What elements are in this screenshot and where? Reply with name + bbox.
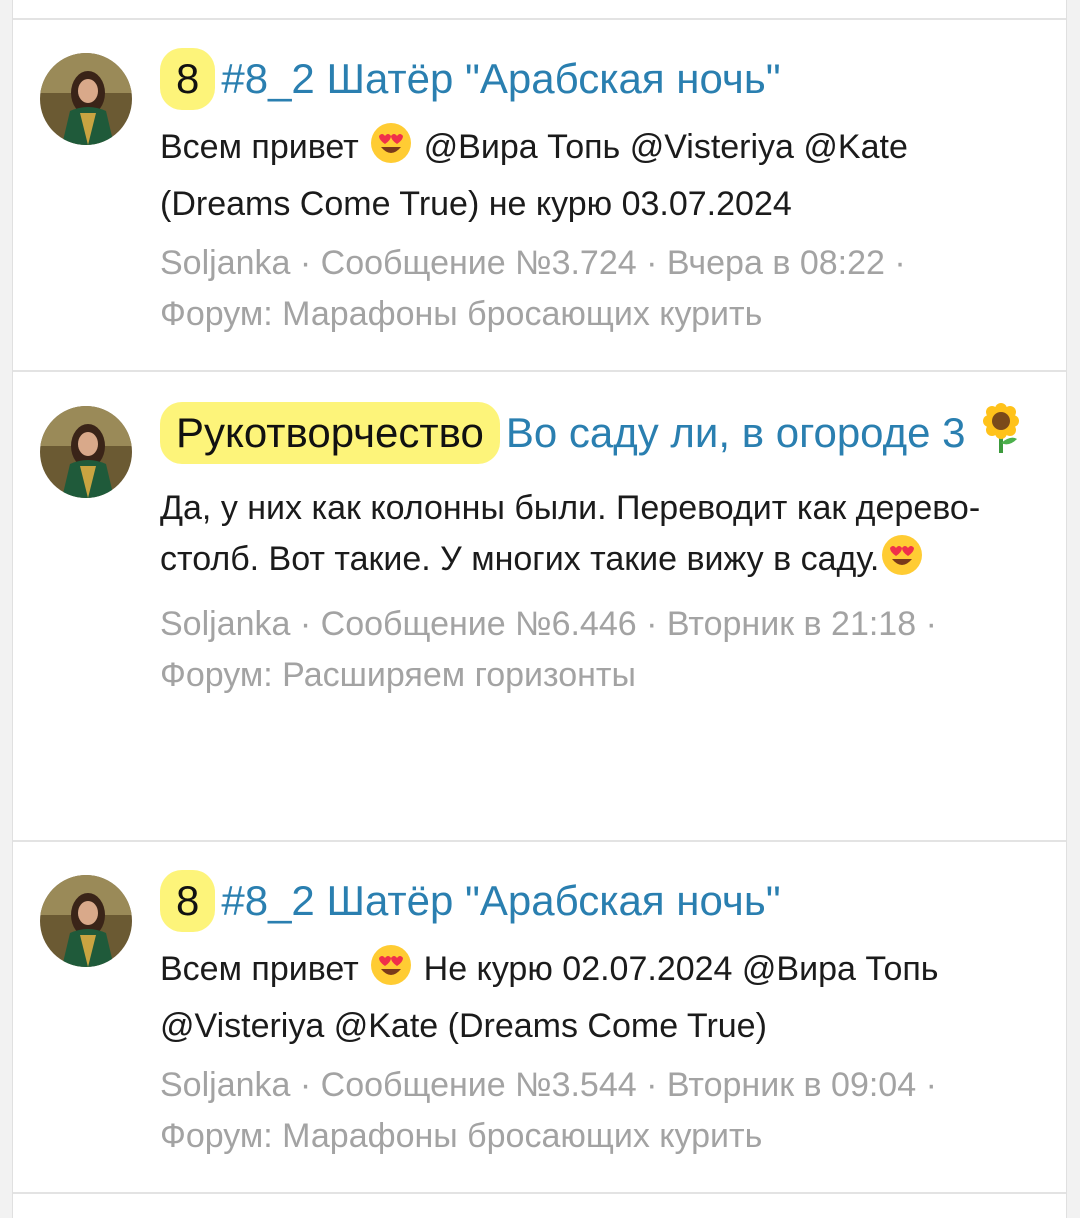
post-forum-line[interactable]: Форум: Расширяем горизонты [160, 656, 636, 694]
post-item: Рукотворчество Во саду ли, в огороде 3 Да… [13, 370, 1066, 840]
topic-link[interactable]: Во саду ли, в огороде 3 [506, 409, 966, 456]
user-avatar[interactable] [40, 406, 132, 498]
heart-eyes-icon [370, 122, 412, 179]
post-meta: Soljanka · Сообщение №3.544 · Вторник в … [160, 1060, 1036, 1162]
topic-badge[interactable]: 8 [160, 48, 216, 110]
post-text-start: Да, у них как колонны были. Переводит ка… [160, 489, 981, 578]
heart-eyes-icon [881, 534, 923, 591]
topic-link[interactable]: #8_2 Шатёр "Арабская ночь" [221, 877, 780, 924]
post-body: Да, у них как колонны были. Переводит ка… [160, 483, 1036, 591]
post-text-start: Всем привет [160, 950, 369, 988]
sunflower-icon [979, 403, 1023, 469]
post-meta-line[interactable]: Soljanka · Сообщение №3.544 · Вторник в … [160, 1066, 937, 1104]
post-item-partial [13, 1192, 1066, 1212]
topic-badge[interactable]: 8 [160, 870, 216, 932]
post-item: 8 #8_2 Шатёр "Арабская ночь" Всем привет … [13, 840, 1066, 1192]
user-avatar[interactable] [40, 53, 132, 145]
post-title-line: 8 #8_2 Шатёр "Арабская ночь" [160, 20, 1036, 110]
search-results-feed: 8 #8_2 Шатёр "Арабская ночь" Всем привет … [12, 0, 1067, 1218]
post-body: Всем привет Не курю 02.07.2024 @Вира Топ… [160, 944, 1036, 1052]
post-forum-line[interactable]: Форум: Марафоны бросающих курить [160, 295, 762, 333]
user-avatar[interactable] [40, 875, 132, 967]
post-body: Всем привет @Вира Топь @Visteriya @Kate … [160, 122, 1036, 230]
post-item: 8 #8_2 Шатёр "Арабская ночь" Всем привет … [13, 18, 1066, 370]
post-meta-line[interactable]: Soljanka · Сообщение №3.724 · Вчера в 08… [160, 244, 906, 282]
post-meta: Soljanka · Сообщение №6.446 · Вторник в … [160, 599, 1036, 701]
post-forum-line[interactable]: Форум: Марафоны бросающих курить [160, 1117, 762, 1155]
post-meta-line[interactable]: Soljanka · Сообщение №6.446 · Вторник в … [160, 605, 937, 643]
post-title-line: Рукотворчество Во саду ли, в огороде 3 [160, 372, 1036, 469]
heart-eyes-icon [370, 944, 412, 1001]
topic-link[interactable]: #8_2 Шатёр "Арабская ночь" [221, 55, 780, 102]
post-text-start: Всем привет [160, 128, 369, 166]
post-title-line: 8 #8_2 Шатёр "Арабская ночь" [160, 842, 1036, 932]
topic-badge[interactable]: Рукотворчество [160, 402, 500, 464]
post-meta: Soljanka · Сообщение №3.724 · Вчера в 08… [160, 238, 1036, 340]
